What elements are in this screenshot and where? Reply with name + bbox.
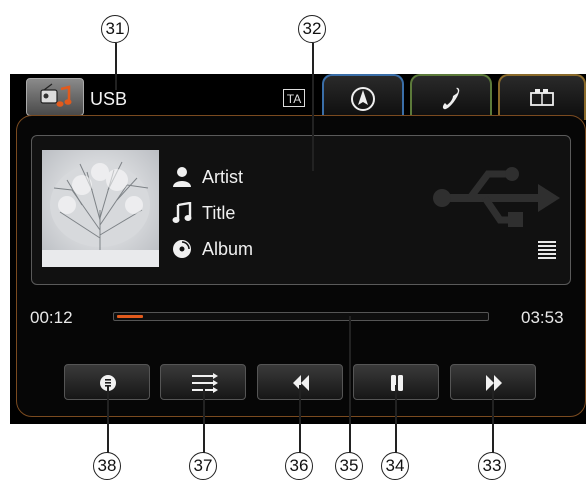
music-note-icon (172, 202, 192, 223)
tab-phone[interactable] (410, 74, 492, 120)
total-time: 03:53 (521, 308, 564, 327)
person-icon (173, 167, 191, 187)
tab-car[interactable] (498, 74, 586, 120)
callout-35-leader (349, 316, 351, 453)
callout-38-leader (107, 385, 109, 453)
callout-37: 37 (189, 452, 217, 480)
navigation-icon (351, 87, 375, 111)
callout-34: 34 (381, 452, 409, 480)
callout-36-leader (299, 385, 301, 453)
traffic-announcement-indicator: TA (283, 89, 305, 107)
artist-label: Artist (202, 167, 244, 187)
album-label: Album (202, 239, 254, 259)
elapsed-time: 00:12 (30, 308, 73, 327)
album-art (42, 150, 159, 267)
title-label: Title (202, 203, 236, 223)
callout-31-leader (115, 43, 117, 90)
callout-32: 32 (298, 15, 326, 43)
progress-fill (117, 315, 143, 318)
source-label: USB (90, 89, 128, 109)
pause-icon (391, 375, 403, 391)
next-track-icon (486, 375, 502, 391)
previous-track-icon (293, 375, 309, 391)
callout-32-leader (312, 43, 314, 171)
callout-38: 38 (93, 452, 121, 480)
callout-31: 31 (101, 15, 129, 43)
tab-navigation[interactable] (322, 74, 404, 120)
callout-34-leader (395, 385, 397, 453)
callout-37-leader (203, 385, 205, 453)
phone-icon (442, 87, 460, 110)
source-menu-button[interactable] (26, 78, 84, 116)
usb-icon (433, 167, 560, 227)
callout-36: 36 (285, 452, 313, 480)
radio-music-icon (40, 83, 72, 107)
callout-33-leader (492, 385, 494, 453)
callout-35: 35 (335, 452, 363, 480)
disc-icon (173, 240, 191, 258)
list-view-icon[interactable] (538, 240, 556, 260)
callout-33: 33 (478, 452, 506, 480)
car-settings-icon (530, 89, 554, 106)
progress-bar[interactable] (113, 312, 489, 321)
